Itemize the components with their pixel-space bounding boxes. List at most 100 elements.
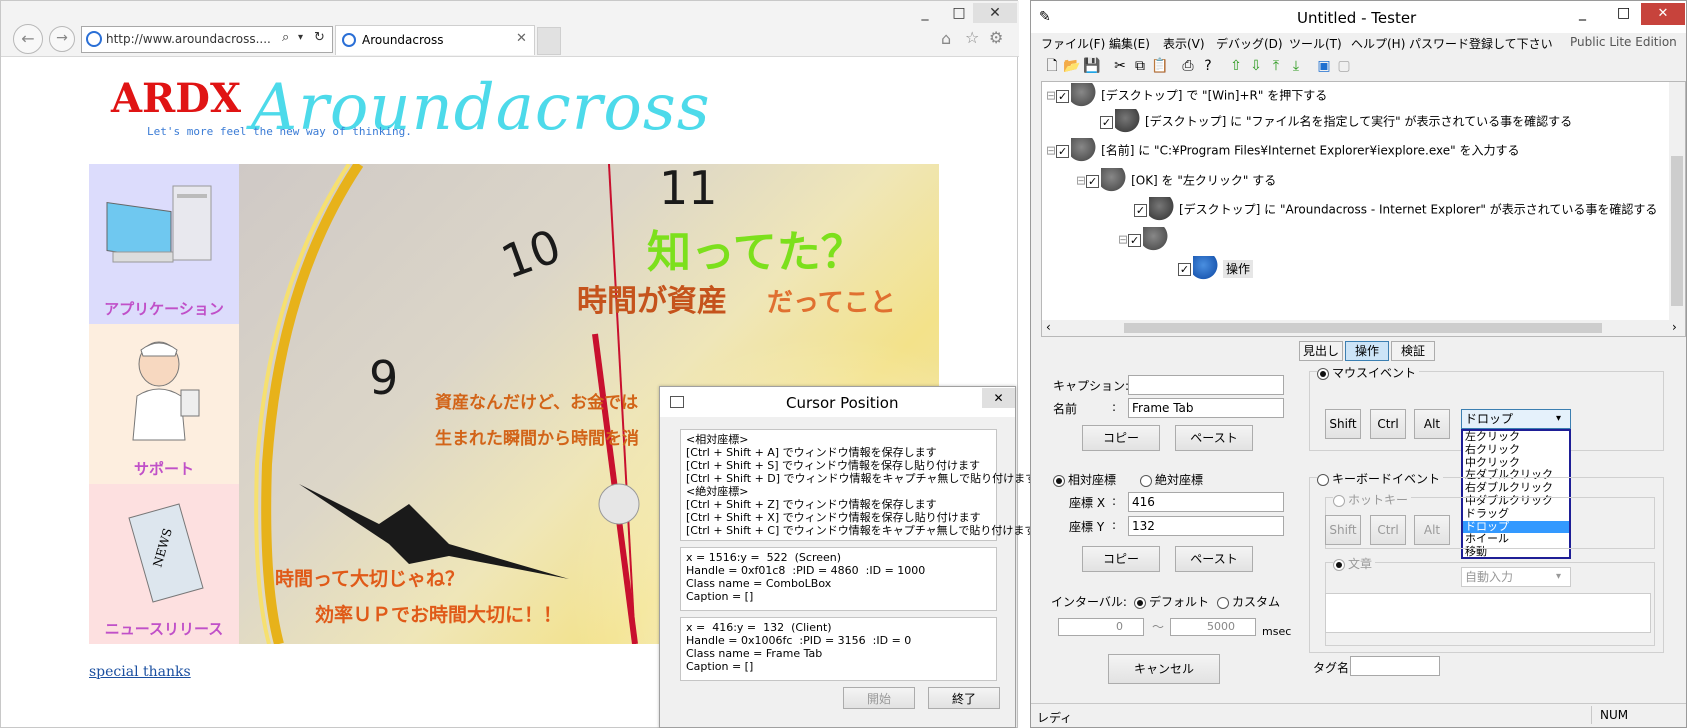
help-icon[interactable]: ? (1199, 57, 1217, 75)
logo-ardx[interactable]: ARDX (111, 75, 241, 122)
tester-minimize-button[interactable]: _ (1579, 5, 1586, 21)
tab-heading[interactable]: 見出し (1299, 341, 1343, 361)
hotkey-alt-toggle[interactable]: Alt (1414, 515, 1450, 545)
absolute-coord-radio[interactable]: 絶対座標 (1140, 471, 1203, 488)
scroll-right-icon[interactable]: › (1672, 320, 1677, 334)
open-folder-icon[interactable]: 📂 (1063, 57, 1081, 75)
relative-coord-radio[interactable]: 相対座標 (1053, 471, 1116, 488)
tree-checkbox[interactable]: ✓ (1100, 115, 1113, 129)
move-bottom-icon[interactable]: ⤓ (1287, 57, 1305, 75)
menu-view[interactable]: 表示(V) (1163, 35, 1205, 52)
default-interval-radio[interactable]: デフォルト (1134, 593, 1209, 610)
scrollbar-thumb[interactable] (1124, 323, 1602, 333)
close-button[interactable]: ✕ (973, 3, 1017, 23)
search-icon[interactable]: ⌕ (282, 30, 289, 45)
name-paste-button[interactable]: ペースト (1175, 425, 1253, 451)
hotkey-shift-toggle[interactable]: Shift (1325, 515, 1361, 545)
x-input[interactable]: 416 (1128, 492, 1284, 512)
run-icon[interactable]: ▣ (1315, 57, 1333, 75)
dropdown-option[interactable]: 左クリック (1463, 430, 1569, 444)
nav-application[interactable]: アプリケーション (89, 164, 239, 324)
alt-toggle[interactable]: Alt (1414, 409, 1450, 439)
move-up-icon[interactable]: ⇧ (1227, 57, 1245, 75)
tree-checkbox[interactable]: ✓ (1086, 174, 1100, 188)
favorites-star-icon[interactable]: ☆ (965, 28, 979, 47)
text-radio[interactable]: 文章 (1333, 555, 1376, 572)
new-file-icon[interactable]: 🗋 (1043, 57, 1061, 75)
tree-checkbox[interactable]: ✓ (1056, 144, 1070, 158)
tree-node[interactable]: ⊟ ✓ (1118, 227, 1173, 253)
coord-copy-button[interactable]: コピー (1082, 546, 1160, 572)
dialog-title-bar[interactable]: Cursor Position ✕ (660, 387, 1015, 417)
settings-gear-icon[interactable]: ⚙ (989, 28, 1003, 47)
special-thanks-link[interactable]: special thanks (89, 664, 191, 680)
tester-title-bar[interactable]: ✎ Untitled - Tester _ □ ✕ (1031, 1, 1686, 33)
menu-file[interactable]: ファイル(F) (1041, 35, 1105, 52)
interval-from-input[interactable]: 0 (1058, 618, 1144, 636)
vertical-scrollbar-thumb[interactable] (1671, 156, 1683, 306)
menu-register-password[interactable]: パスワード登録して下さい (1409, 35, 1553, 52)
keyboard-event-radio[interactable]: キーボードイベント (1317, 470, 1444, 487)
tree-checkbox[interactable]: ✓ (1128, 233, 1142, 247)
tab-close-icon[interactable]: ✕ (516, 31, 527, 46)
cancel-button[interactable]: キャンセル (1108, 654, 1220, 684)
hotkey-radio[interactable]: ホットキー (1333, 491, 1412, 508)
menu-debug[interactable]: デバッグ(D) (1216, 35, 1283, 52)
text-content-input[interactable] (1325, 593, 1651, 633)
tree-horizontal-scrollbar[interactable]: ‹ › (1042, 320, 1685, 336)
home-icon[interactable]: ⌂ (941, 29, 951, 48)
dropdown-arrow-icon[interactable]: ▾ (298, 32, 303, 43)
mouse-event-radio[interactable]: マウスイベント (1317, 364, 1420, 381)
nav-support[interactable]: サポート (89, 324, 239, 484)
tab-operation[interactable]: 操作 (1345, 341, 1389, 361)
text-mode-select[interactable]: 自動入力 ▾ (1461, 567, 1571, 587)
end-button[interactable]: 終了 (928, 687, 1000, 709)
tab-verify[interactable]: 検証 (1391, 341, 1435, 361)
tree-node[interactable]: ✓ [デスクトップ] に "Aroundacross - Internet Exp… (1134, 197, 1657, 223)
print-icon[interactable]: ⎙ (1179, 57, 1197, 75)
tree-checkbox[interactable]: ✓ (1178, 262, 1191, 276)
tree-checkbox[interactable]: ✓ (1134, 203, 1147, 217)
tag-input[interactable] (1350, 656, 1440, 676)
dropdown-option[interactable]: 右クリック (1463, 443, 1569, 457)
address-bar[interactable]: http://www.aroundacross.... ⌕ ▾ ↻ (81, 26, 333, 53)
ctrl-toggle[interactable]: Ctrl (1370, 409, 1406, 439)
dialog-close-button[interactable]: ✕ (982, 388, 1015, 408)
start-button[interactable]: 開始 (843, 687, 915, 709)
menu-help[interactable]: ヘルプ(H) (1351, 35, 1405, 52)
hotkey-ctrl-toggle[interactable]: Ctrl (1370, 515, 1406, 545)
tree-node[interactable]: ⊟ ✓ [名前] に "C:¥Program Files¥Internet Expl… (1046, 138, 1520, 164)
coord-paste-button[interactable]: ペースト (1175, 546, 1253, 572)
tester-close-button[interactable]: ✕ (1641, 3, 1685, 25)
menu-tools[interactable]: ツール(T) (1289, 35, 1342, 52)
tree-checkbox[interactable]: ✓ (1056, 89, 1070, 103)
y-input[interactable]: 132 (1128, 516, 1284, 536)
name-input[interactable]: Frame Tab (1128, 398, 1284, 418)
name-copy-button[interactable]: コピー (1082, 425, 1160, 451)
back-button[interactable]: ← (13, 24, 43, 54)
custom-interval-radio[interactable]: カスタム (1217, 593, 1280, 610)
shift-toggle[interactable]: Shift (1325, 409, 1361, 439)
caption-input[interactable] (1128, 375, 1284, 395)
tree-node[interactable]: ✓ [デスクトップ] に "ファイル名を指定して実行" が表示されている事を確認す… (1100, 109, 1572, 135)
forward-button[interactable]: → (49, 26, 75, 52)
stop-icon[interactable]: ▢ (1335, 57, 1353, 75)
refresh-icon[interactable]: ↻ (314, 30, 325, 45)
move-top-icon[interactable]: ⤒ (1267, 57, 1285, 75)
tree-node-selected[interactable]: ✓ 操作 (1178, 256, 1254, 282)
move-down-icon[interactable]: ⇩ (1247, 57, 1265, 75)
mouse-action-select[interactable]: ドロップ ▾ (1461, 409, 1571, 429)
copy-icon[interactable]: ⧉ (1131, 57, 1149, 75)
tree-node[interactable]: ⊟ ✓ [デスクトップ] で "[Win]+R" を押下する (1046, 83, 1327, 109)
interval-to-input[interactable]: 5000 (1170, 618, 1256, 636)
tree-node[interactable]: ⊟ ✓ [OK] を "左クリック" する (1076, 168, 1276, 194)
tree-vertical-scrollbar[interactable] (1669, 82, 1685, 320)
scroll-left-icon[interactable]: ‹ (1046, 320, 1051, 334)
tester-maximize-button[interactable]: □ (1617, 5, 1630, 21)
browser-tab[interactable]: Aroundacross ✕ (335, 25, 535, 55)
nav-news[interactable]: NEWS ニュースリリース (89, 484, 239, 644)
menu-edit[interactable]: 編集(E) (1109, 35, 1150, 52)
new-tab-button[interactable] (537, 27, 561, 55)
cut-icon[interactable]: ✂ (1111, 57, 1129, 75)
save-icon[interactable]: 💾 (1083, 57, 1101, 75)
